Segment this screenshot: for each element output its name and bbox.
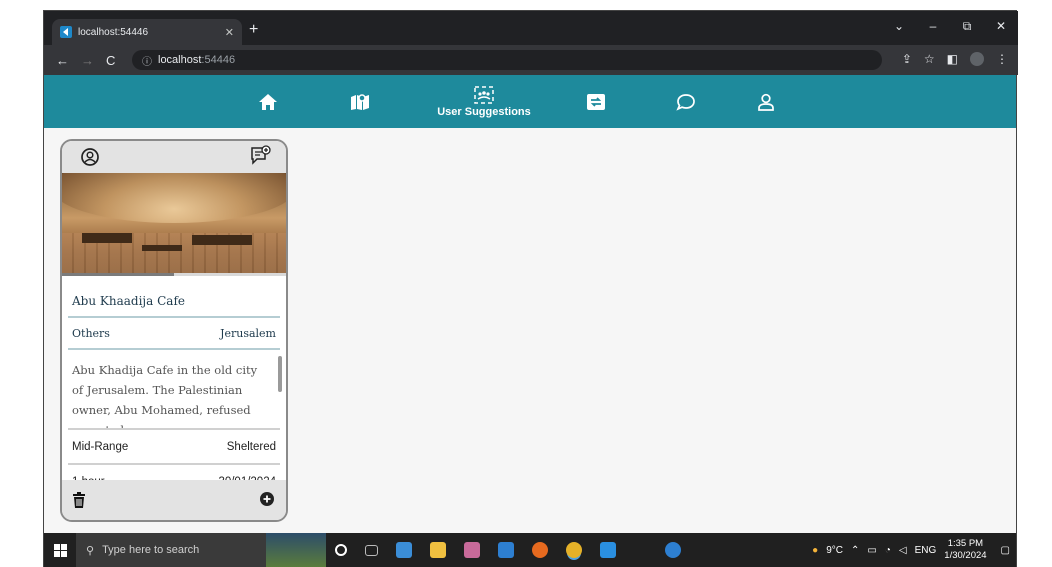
profile-avatar-icon[interactable] xyxy=(970,52,984,66)
nav-profile[interactable] xyxy=(754,75,778,128)
image-carousel-indicator-fill xyxy=(62,273,174,276)
profile-icon xyxy=(758,93,774,111)
battery-icon[interactable]: ▭ xyxy=(867,545,876,556)
search-icon: ⚲ xyxy=(86,544,95,557)
window-controls: ⌄ – ⧉ ✕ xyxy=(882,19,1018,34)
start-button[interactable] xyxy=(44,533,76,567)
address-bar-row: ← → C ⓘ localhost :54446 ⇪ ☆ ◧ ⋮ xyxy=(44,45,1018,75)
forward-icon[interactable]: → xyxy=(81,53,94,68)
task-view-icon[interactable] xyxy=(365,544,378,556)
minimize-button[interactable]: – xyxy=(916,19,950,34)
language-indicator[interactable]: ENG xyxy=(915,545,937,556)
category-label: Others xyxy=(72,326,110,340)
nav-user-suggestions[interactable]: User Suggestions xyxy=(434,75,534,128)
chat-icon xyxy=(676,93,695,111)
price-row: Mid-Range Sheltered xyxy=(62,430,286,463)
share-icon[interactable]: ⇪ xyxy=(902,52,912,66)
image-carousel-indicator xyxy=(62,273,286,276)
app-navbar: User Suggestions xyxy=(44,75,1016,128)
user-circle-icon[interactable] xyxy=(80,147,100,167)
user-suggestions-icon xyxy=(474,85,494,104)
search-placeholder: Type here to search xyxy=(102,544,200,556)
price-label: Mid-Range xyxy=(72,440,129,453)
address-bar[interactable]: ⓘ localhost :54446 xyxy=(132,50,882,70)
side-panel-icon[interactable]: ◧ xyxy=(947,52,958,66)
windows-taskbar: ⚲ Type here to search ● 9°C ⌃ ▭ ◔ ◁ ENG … xyxy=(44,533,1016,567)
app-paint-icon[interactable] xyxy=(464,542,480,558)
card-header xyxy=(62,141,286,173)
setting-label: Sheltered xyxy=(226,440,276,453)
card-footer xyxy=(62,480,286,520)
clock-time: 1:35 PM xyxy=(947,538,984,549)
weather-icon[interactable]: ● xyxy=(812,545,818,556)
network-icon[interactable]: ◔ xyxy=(885,545,891,556)
city-label: Jerusalem xyxy=(220,326,276,340)
browser-tab[interactable]: localhost:54446 ✕ xyxy=(52,19,242,45)
close-tab-icon[interactable]: ✕ xyxy=(225,26,234,39)
cortana-icon[interactable] xyxy=(335,544,347,556)
notifications-icon[interactable]: ▢ xyxy=(1001,545,1010,556)
url-host: localhost xyxy=(158,54,202,66)
suggestion-card[interactable]: Abu Khaadija Cafe Others Jerusalem Abu K… xyxy=(60,139,288,522)
browser-window: localhost:54446 ✕ + ⌄ – ⧉ ✕ ← → C ⓘ loca… xyxy=(43,10,1018,567)
chrome-icon[interactable] xyxy=(566,542,582,558)
page-content: Abu Khaadija Cafe Others Jerusalem Abu K… xyxy=(44,128,1016,533)
nav-chat[interactable] xyxy=(674,75,698,128)
clock[interactable]: 1:35 PM 1/30/2024 xyxy=(944,538,986,562)
vscode-icon[interactable] xyxy=(600,542,616,558)
description-scrollbar[interactable] xyxy=(278,356,282,392)
place-description: Abu Khadija Cafe in the old city of Jeru… xyxy=(72,363,258,428)
reload-icon[interactable]: C xyxy=(106,53,115,68)
app-pen-icon[interactable] xyxy=(396,542,412,558)
clock-date: 1/30/2024 xyxy=(944,550,987,561)
help-icon[interactable] xyxy=(665,542,681,558)
nav-map[interactable] xyxy=(348,75,372,128)
add-circle-icon[interactable] xyxy=(260,492,274,506)
search-highlight-image[interactable] xyxy=(266,533,326,567)
mail-icon[interactable] xyxy=(498,542,514,558)
new-tab-button[interactable]: + xyxy=(249,21,258,39)
tray-chevron-icon[interactable]: ⌃ xyxy=(851,545,859,556)
system-tray: ● 9°C ⌃ ▭ ◔ ◁ ENG 1:35 PM 1/30/2024 ▢ xyxy=(812,533,1010,567)
tab-strip: localhost:54446 ✕ + ⌄ – ⧉ ✕ xyxy=(44,11,1018,45)
site-info-icon[interactable]: ⓘ xyxy=(142,53,152,68)
map-icon xyxy=(351,93,369,110)
windows-logo-icon xyxy=(53,543,67,557)
description-box[interactable]: Abu Khadija Cafe in the old city of Jeru… xyxy=(62,350,286,428)
close-window-button[interactable]: ✕ xyxy=(984,19,1018,34)
swap-icon xyxy=(587,93,605,110)
firefox-icon[interactable] xyxy=(532,542,548,558)
file-explorer-icon[interactable] xyxy=(430,542,446,558)
tab-title: localhost:54446 xyxy=(78,26,149,38)
restore-button[interactable]: ⧉ xyxy=(950,19,984,34)
more-menu-icon[interactable]: ⋮ xyxy=(996,52,1008,66)
back-icon[interactable]: ← xyxy=(56,53,69,68)
trash-icon[interactable] xyxy=(72,492,86,508)
category-row: Others Jerusalem xyxy=(62,318,286,348)
taskbar-search[interactable]: ⚲ Type here to search xyxy=(76,533,266,567)
browser-actions: ⇪ ☆ ◧ ⋮ xyxy=(902,52,1008,66)
nav-swap[interactable] xyxy=(584,75,608,128)
bookmark-star-icon[interactable]: ☆ xyxy=(924,52,935,66)
url-port: :54446 xyxy=(201,54,236,66)
add-comment-icon[interactable] xyxy=(250,145,272,167)
cafe-photo xyxy=(62,173,286,273)
place-title: Abu Khaadija Cafe xyxy=(72,294,185,308)
nav-user-suggestions-label: User Suggestions xyxy=(437,105,531,118)
tab-search-button[interactable]: ⌄ xyxy=(882,19,916,34)
home-icon xyxy=(259,93,277,110)
nav-home[interactable] xyxy=(256,75,280,128)
screen: localhost:54446 ✕ + ⌄ – ⧉ ✕ ← → C ⓘ loca… xyxy=(0,0,1052,567)
weather-temp[interactable]: 9°C xyxy=(826,545,843,556)
volume-icon[interactable]: ◁ xyxy=(899,545,907,556)
app-favicon-icon xyxy=(60,26,72,38)
